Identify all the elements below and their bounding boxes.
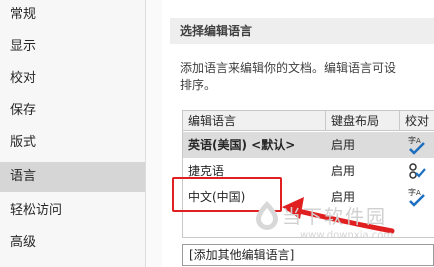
add-language-dropdown[interactable]: [添加其他编辑语言] bbox=[182, 244, 434, 266]
svg-text:A: A bbox=[416, 189, 421, 197]
sidebar-item-layout[interactable]: 版式 bbox=[0, 128, 145, 158]
table-row-keyboard: 启用 bbox=[331, 164, 356, 178]
panel-gutter bbox=[146, 0, 162, 267]
description-line-2: 排序。 bbox=[180, 78, 217, 92]
proofing-check-icon: 字 A bbox=[408, 187, 425, 207]
section-header: 选择编辑语言 bbox=[170, 18, 434, 44]
sidebar-item-display[interactable]: 显示 bbox=[0, 32, 145, 62]
sidebar-item-accessibility[interactable]: 轻松访问 bbox=[0, 196, 145, 226]
svg-text:A: A bbox=[416, 137, 421, 145]
sidebar-item-language[interactable]: 语言 bbox=[0, 162, 145, 192]
sidebar-item-save[interactable]: 保存 bbox=[0, 96, 145, 126]
table-row-language[interactable]: 英语(美国) <默认> bbox=[183, 133, 326, 157]
options-sidebar: 常规 显示 校对 保存 版式 语言 轻松访问 高级 bbox=[0, 0, 146, 267]
section-description: 添加语言来编辑你的文档。编辑语言可设 排序。 bbox=[180, 60, 434, 94]
column-header-proofing[interactable]: 校对 bbox=[400, 111, 434, 131]
description-line-1: 添加语言来编辑你的文档。编辑语言可设 bbox=[180, 61, 397, 75]
sidebar-item-general[interactable]: 常规 bbox=[0, 0, 145, 30]
annotation-arrow-icon bbox=[282, 197, 395, 234]
svg-text:字: 字 bbox=[408, 135, 416, 145]
svg-text:字: 字 bbox=[408, 187, 416, 197]
column-header-language[interactable]: 编辑语言 bbox=[183, 111, 326, 131]
proofing-check-icon: 字 A bbox=[408, 135, 425, 155]
sidebar-item-advanced[interactable]: 高级 bbox=[0, 228, 145, 258]
highlight-box bbox=[172, 177, 282, 212]
section-title: 选择编辑语言 bbox=[180, 24, 253, 38]
column-header-keyboard[interactable]: 键盘布局 bbox=[326, 111, 400, 131]
proofing-check-icon bbox=[409, 163, 426, 179]
table-row-keyboard: 启用 bbox=[331, 138, 356, 152]
sidebar-item-proofing[interactable]: 校对 bbox=[0, 64, 145, 94]
